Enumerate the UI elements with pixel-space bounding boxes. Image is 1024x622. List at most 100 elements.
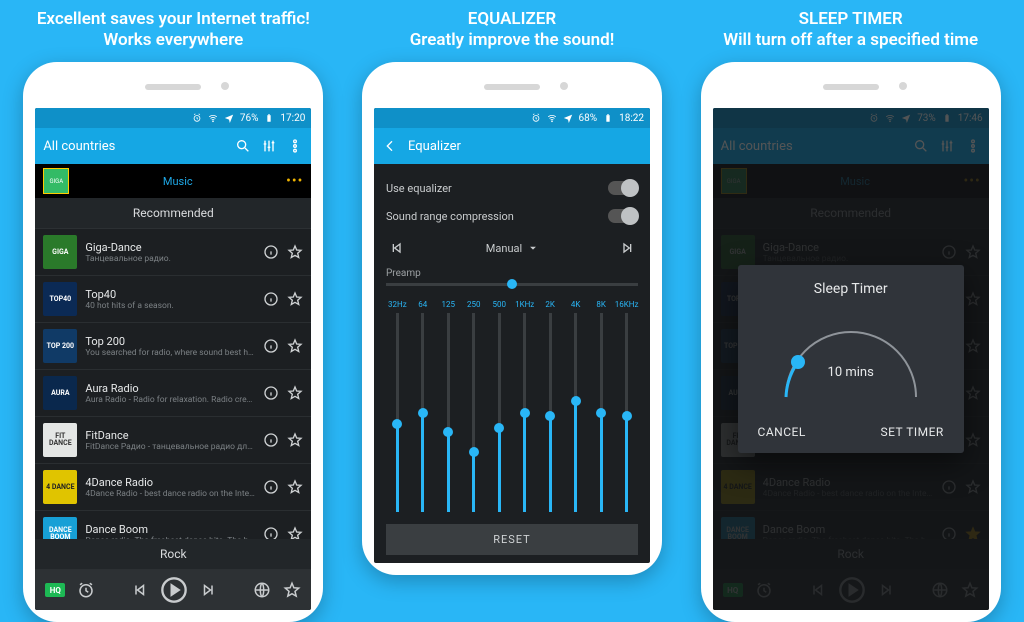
alarm-icon	[192, 113, 202, 123]
info-icon[interactable]	[263, 432, 279, 448]
station-list[interactable]: GIGAGiga-DanceТанцевальное радио.TOP40To…	[35, 229, 311, 539]
prev-icon[interactable]	[130, 581, 148, 599]
switch-compression[interactable]	[608, 209, 638, 223]
info-icon[interactable]	[263, 385, 279, 401]
now-playing-banner[interactable]: GIGA Music •••	[35, 164, 311, 198]
eq-bands: 32Hz64125 250 500 1KHz 2K 4K 8K16KHz	[386, 300, 638, 512]
eq-band[interactable]: 1KHz	[513, 300, 536, 512]
favorite-icon[interactable]	[287, 479, 303, 495]
preset-next-icon[interactable]	[620, 240, 636, 256]
overflow-icon[interactable]	[287, 138, 303, 154]
timer-dial[interactable]: 10 mins	[766, 307, 936, 407]
band-freq: 1KHz	[515, 300, 534, 309]
band-slider[interactable]	[396, 313, 399, 512]
list-item[interactable]: AURAAura RadioAura Radio - Radio for rel…	[35, 370, 311, 417]
now-playing-category: Music	[77, 175, 278, 188]
station-name: Top 200	[85, 335, 255, 348]
band-slider[interactable]	[472, 313, 475, 512]
sleep-timer-icon[interactable]	[77, 581, 95, 599]
band-freq: 250	[467, 300, 481, 309]
list-item[interactable]: DANCE BOOMDance BoomDance radio. The fre…	[35, 511, 311, 539]
hq-badge[interactable]: HQ	[45, 583, 65, 597]
preset-prev-icon[interactable]	[388, 240, 404, 256]
band-slider[interactable]	[421, 313, 424, 512]
cancel-button[interactable]: CANCEL	[752, 421, 812, 443]
reset-button[interactable]: RESET	[386, 524, 638, 555]
eq-band[interactable]: 4K	[564, 300, 587, 512]
back-icon[interactable]	[382, 138, 398, 154]
station-thumb: FIT DANCE	[43, 423, 77, 457]
screen: 73% 17:46 All countries GIGA Music ••• R…	[713, 108, 989, 610]
switch-use-equalizer[interactable]	[608, 181, 638, 195]
band-freq: 4K	[571, 300, 581, 309]
station-thumb: AURA	[43, 376, 77, 410]
favorite-icon[interactable]	[287, 244, 303, 260]
eq-band[interactable]: 500	[488, 300, 511, 512]
band-slider[interactable]	[447, 313, 450, 512]
battery-icon	[264, 113, 274, 123]
station-desc: Танцевальное радио.	[85, 254, 255, 264]
more-icon[interactable]: •••	[286, 173, 303, 189]
appbar-title[interactable]: All countries	[43, 139, 225, 154]
info-icon[interactable]	[263, 291, 279, 307]
band-slider[interactable]	[498, 313, 501, 512]
label: Use equalizer	[386, 182, 452, 195]
station-thumb: 4 DANCE	[43, 470, 77, 504]
preamp-slider[interactable]	[386, 283, 638, 286]
band-slider[interactable]	[574, 313, 577, 512]
eq-band[interactable]: 32Hz	[386, 300, 409, 512]
app-bar: All countries	[35, 128, 311, 164]
preset-select[interactable]: Manual	[486, 242, 538, 255]
station-meta: Top4040 hot hits of a season.	[85, 288, 255, 311]
next-icon[interactable]	[200, 581, 218, 599]
row-use-equalizer[interactable]: Use equalizer	[386, 174, 638, 202]
airplane-icon	[224, 113, 234, 123]
chevron-down-icon	[528, 243, 538, 253]
appbar-title: Equalizer	[408, 139, 642, 154]
eq-band[interactable]: 250	[462, 300, 485, 512]
station-meta: Giga-DanceТанцевальное радио.	[85, 241, 255, 264]
band-slider[interactable]	[523, 313, 526, 512]
station-thumb: TOP 200	[43, 329, 77, 363]
info-icon[interactable]	[263, 244, 279, 260]
list-item[interactable]: FIT DANCEFitDanceFitDance Радио - танцев…	[35, 417, 311, 464]
play-icon[interactable]	[160, 576, 188, 604]
list-item[interactable]: TOP40Top4040 hot hits of a season.	[35, 276, 311, 323]
globe-icon[interactable]	[253, 581, 271, 599]
eq-band[interactable]: 16KHz	[615, 300, 638, 512]
list-item[interactable]: 4 DANCE4Dance Radio4Dance Radio - best d…	[35, 464, 311, 511]
favorite-icon[interactable]	[287, 338, 303, 354]
app-bar: Equalizer	[374, 128, 650, 164]
timer-value: 10 mins	[766, 365, 936, 380]
headline: EQUALIZER Greatly improve the sound!	[410, 8, 615, 52]
list-item[interactable]: GIGAGiga-DanceТанцевальное радио.	[35, 229, 311, 276]
now-playing-thumb: GIGA	[43, 168, 69, 194]
band-slider[interactable]	[625, 313, 628, 512]
info-icon[interactable]	[263, 338, 279, 354]
band-slider[interactable]	[549, 313, 552, 512]
list-item[interactable]: TOP 200Top 200You searched for radio, wh…	[35, 323, 311, 370]
eq-band[interactable]: 8K	[590, 300, 613, 512]
set-timer-button[interactable]: SET TIMER	[874, 421, 949, 443]
band-slider[interactable]	[600, 313, 603, 512]
row-compression[interactable]: Sound range compression	[386, 202, 638, 230]
favorite-icon[interactable]	[287, 526, 303, 539]
filter-icon[interactable]	[261, 138, 277, 154]
section-recommended: Recommended	[35, 198, 311, 229]
info-icon[interactable]	[263, 526, 279, 539]
player-bar: HQ	[35, 570, 311, 610]
favorite-icon[interactable]	[287, 432, 303, 448]
status-bar: 68% 18:22	[374, 108, 650, 128]
favorite-icon[interactable]	[287, 385, 303, 401]
eq-band[interactable]: 2K	[539, 300, 562, 512]
star-icon[interactable]	[283, 581, 301, 599]
eq-band[interactable]: 125	[437, 300, 460, 512]
modal-scrim[interactable]: Sleep Timer 10 mins CANCEL SET TIMER	[713, 108, 989, 610]
eq-band[interactable]: 64	[411, 300, 434, 512]
station-desc: 4Dance Radio - best dance radio on the I…	[85, 489, 255, 499]
favorite-icon[interactable]	[287, 291, 303, 307]
phone-frame: 76% 17:20 All countries GIGA Music ••• R…	[23, 62, 323, 622]
info-icon[interactable]	[263, 479, 279, 495]
search-icon[interactable]	[235, 138, 251, 154]
headline: Excellent saves your Internet traffic! W…	[37, 8, 310, 52]
